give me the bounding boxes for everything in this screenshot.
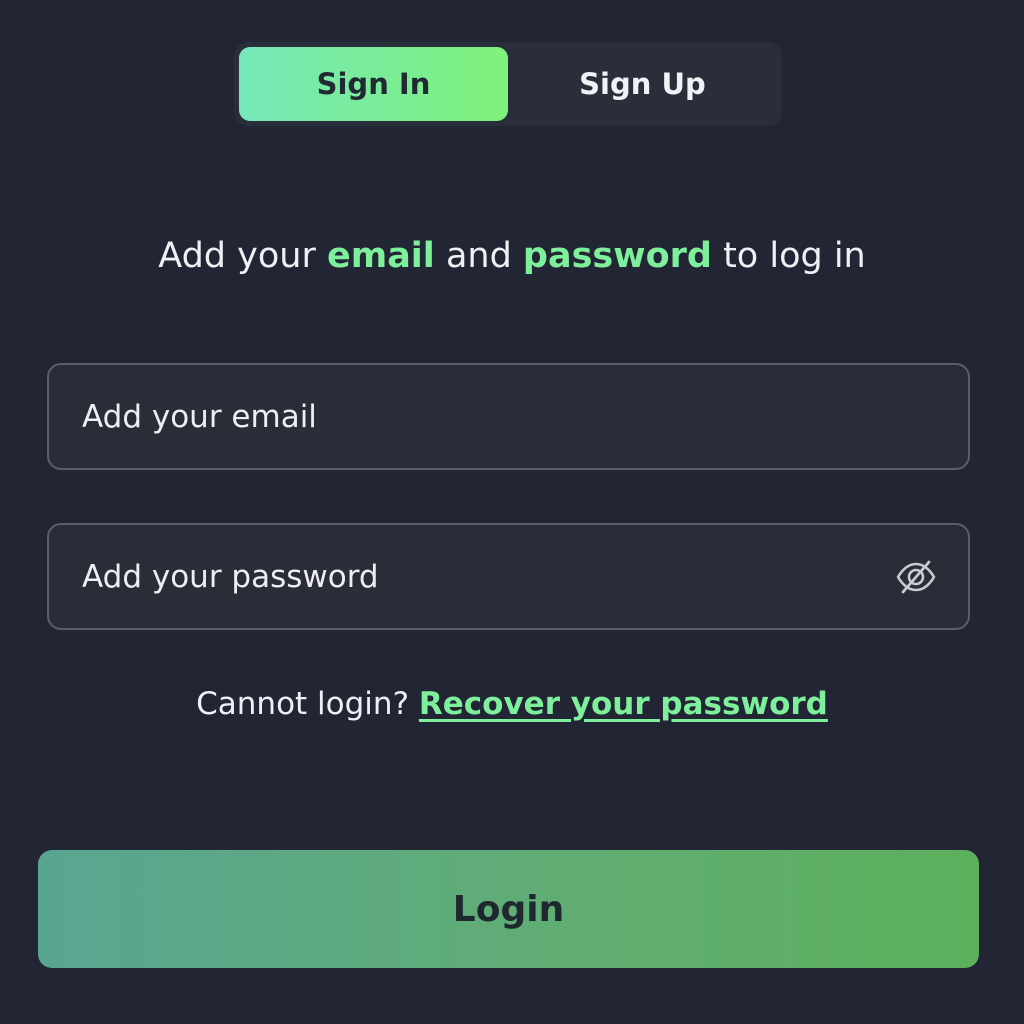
recover-password-row: Cannot login? Recover your password [0, 686, 1024, 722]
login-instructions: Add your email and password to log in [0, 236, 1024, 276]
email-field [47, 363, 970, 470]
subtitle-text-2: and [434, 236, 523, 276]
password-input[interactable] [82, 558, 892, 595]
subtitle-password-highlight: password [522, 236, 712, 276]
tab-sign-up[interactable]: Sign Up [508, 47, 777, 121]
subtitle-email-highlight: email [326, 236, 435, 276]
email-input[interactable] [82, 398, 940, 435]
recover-password-link[interactable]: Recover your password [419, 686, 828, 722]
login-button[interactable]: Login [38, 850, 979, 968]
subtitle-text-3: to log in [711, 236, 866, 276]
eye-off-icon[interactable] [892, 553, 940, 601]
sign-in-screen: Sign In Sign Up Add your email and passw… [0, 0, 1024, 1024]
subtitle-text-1: Add your [158, 236, 327, 276]
auth-tab-switcher: Sign In Sign Up [234, 42, 782, 126]
password-field [47, 523, 970, 630]
recover-prompt: Cannot login? [196, 686, 419, 722]
tab-sign-in[interactable]: Sign In [239, 47, 508, 121]
